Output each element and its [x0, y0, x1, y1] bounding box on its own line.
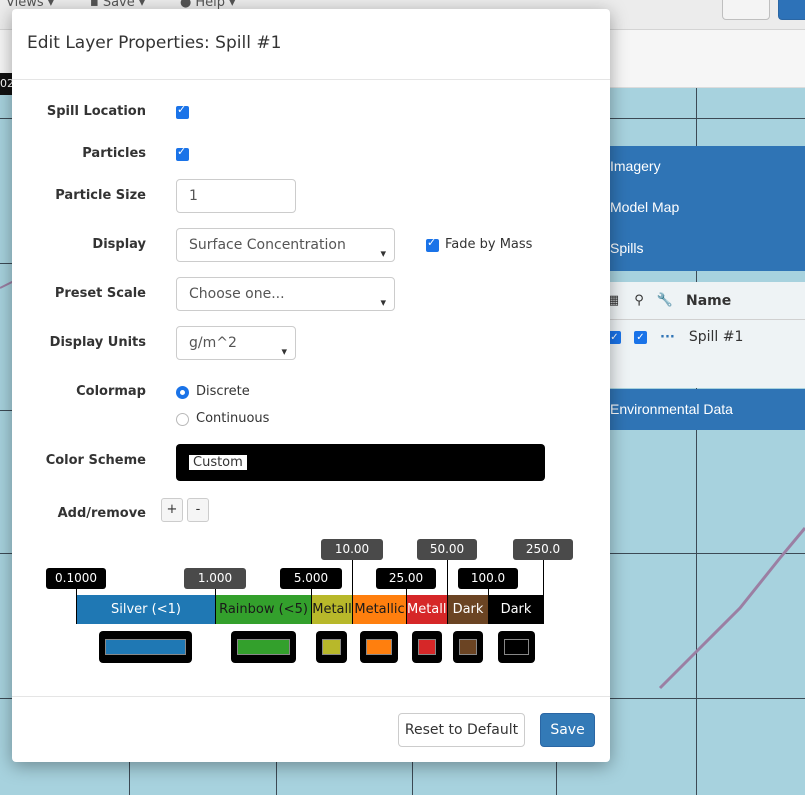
color-swatch-metallic-1[interactable]	[316, 631, 347, 663]
swatch-color	[366, 639, 392, 655]
scale-tick-label[interactable]: 25.00	[376, 568, 436, 589]
swatch-color	[418, 639, 436, 655]
remove-button[interactable]: -	[187, 498, 209, 522]
spills-table: ▦ ⚲ 🔧 Name ✓ ✓ ··· Spill #1	[600, 282, 805, 388]
scale-tick-label[interactable]: 100.0	[458, 568, 518, 589]
particle-size-label: Particle Size	[55, 188, 146, 203]
color-swatch-dark-1[interactable]	[453, 631, 483, 663]
color-scheme-select[interactable]: Custom	[176, 444, 545, 481]
color-scheme-label: Color Scheme	[45, 453, 146, 468]
color-swatch-metallic-2[interactable]	[360, 631, 398, 663]
scale-tick-label[interactable]: 0.1000	[46, 568, 106, 589]
display-label: Display	[92, 237, 146, 252]
display-select-value: Surface Concentration	[189, 237, 346, 253]
panel-item-imagery[interactable]: Imagery	[600, 146, 805, 187]
location-checkbox[interactable]: ✓	[634, 330, 647, 344]
panel-item-model-map[interactable]: Model Map	[600, 187, 805, 228]
scale-tick-label[interactable]: 1.000	[184, 568, 246, 589]
coordinate-tag: 02	[0, 73, 12, 95]
particles-checkbox[interactable]	[176, 145, 189, 161]
scale-tick-label[interactable]: 5.000	[280, 568, 342, 589]
display-units-value: g/m^2	[189, 335, 237, 351]
preset-scale-label: Preset Scale	[54, 286, 146, 301]
spill-location-checkbox[interactable]	[176, 103, 189, 119]
scale-tick	[543, 560, 544, 624]
swatch-color	[459, 639, 477, 655]
color-swatch-dark-2[interactable]	[498, 631, 535, 663]
swatch-color	[105, 639, 186, 655]
discrete-radio-label: Discrete	[196, 384, 250, 399]
more-options-icon[interactable]: ···	[660, 330, 675, 345]
continuous-radio[interactable]	[176, 413, 189, 426]
reset-to-default-button[interactable]: Reset to Default	[398, 713, 525, 747]
discrete-radio[interactable]	[176, 386, 189, 399]
scale-segment-metallic-3[interactable]: Metalli	[407, 595, 447, 624]
footer-divider	[12, 696, 610, 697]
header-divider	[12, 79, 610, 80]
scale-tick-label[interactable]: 10.00	[321, 539, 383, 560]
scale-segment-rainbow[interactable]: Rainbow (<5)	[216, 595, 311, 624]
chevron-down-icon: ▾	[281, 345, 287, 358]
pencil-tool-button[interactable]	[722, 0, 770, 20]
fade-by-mass-label: Fade by Mass	[445, 237, 533, 252]
display-units-label: Display Units	[49, 335, 146, 350]
color-swatch-silver[interactable]	[99, 631, 192, 663]
environmental-data-header[interactable]: Environmental Data	[600, 389, 805, 430]
scale-tick-label[interactable]: 50.00	[417, 539, 477, 560]
scale-segment-dark-2[interactable]: Dark	[489, 595, 543, 624]
particle-size-input[interactable]: 1	[176, 179, 296, 213]
scale-segment-silver[interactable]: Silver (<1)	[77, 595, 215, 624]
add-remove-label: Add/remove	[57, 506, 146, 521]
scale-segment-dark-1[interactable]: Dark	[448, 595, 488, 624]
particles-label: Particles	[82, 146, 146, 161]
preset-scale-value: Choose one...	[189, 286, 285, 302]
spill-location-label: Spill Location	[46, 104, 146, 119]
map-pin-icon: ⚲	[634, 293, 644, 308]
layers-panel: Imagery Model Map Spills	[600, 146, 805, 271]
wrench-icon: 🔧	[656, 293, 674, 308]
panel-item-spills[interactable]: Spills	[600, 228, 805, 269]
scale-tick-label[interactable]: 250.0	[513, 539, 573, 560]
color-scheme-value: Custom	[189, 455, 247, 470]
modal-title: Edit Layer Properties: Spill #1	[27, 33, 282, 53]
save-button[interactable]: Save	[540, 713, 595, 747]
table-row: ✓ ✓ ··· Spill #1	[600, 320, 805, 354]
preset-scale-select[interactable]: Choose one... ▾	[176, 277, 395, 311]
fade-by-mass-checkbox[interactable]	[426, 236, 439, 252]
edit-layer-modal: Edit Layer Properties: Spill #1 Spill Lo…	[12, 9, 610, 762]
swatch-color	[237, 639, 290, 655]
scale-segment-metallic-1[interactable]: Metall	[312, 595, 352, 624]
color-swatch-metallic-3[interactable]	[412, 631, 442, 663]
settings-tool-button[interactable]	[778, 0, 805, 20]
spills-table-header: ▦ ⚲ 🔧 Name	[600, 282, 805, 320]
colormap-label: Colormap	[76, 384, 146, 399]
spill-name: Spill #1	[688, 329, 744, 345]
add-button[interactable]: +	[161, 498, 183, 522]
scale-segment-metallic-2[interactable]: Metallic	[353, 595, 406, 624]
color-swatch-rainbow[interactable]	[231, 631, 296, 663]
chevron-down-icon: ▾	[380, 296, 386, 309]
swatch-color	[322, 639, 341, 655]
swatch-color	[504, 639, 529, 655]
name-column-header: Name	[686, 292, 732, 309]
display-units-select[interactable]: g/m^2 ▾	[176, 326, 296, 360]
continuous-radio-label: Continuous	[196, 411, 270, 426]
chevron-down-icon: ▾	[380, 247, 386, 260]
display-select[interactable]: Surface Concentration ▾	[176, 228, 395, 262]
